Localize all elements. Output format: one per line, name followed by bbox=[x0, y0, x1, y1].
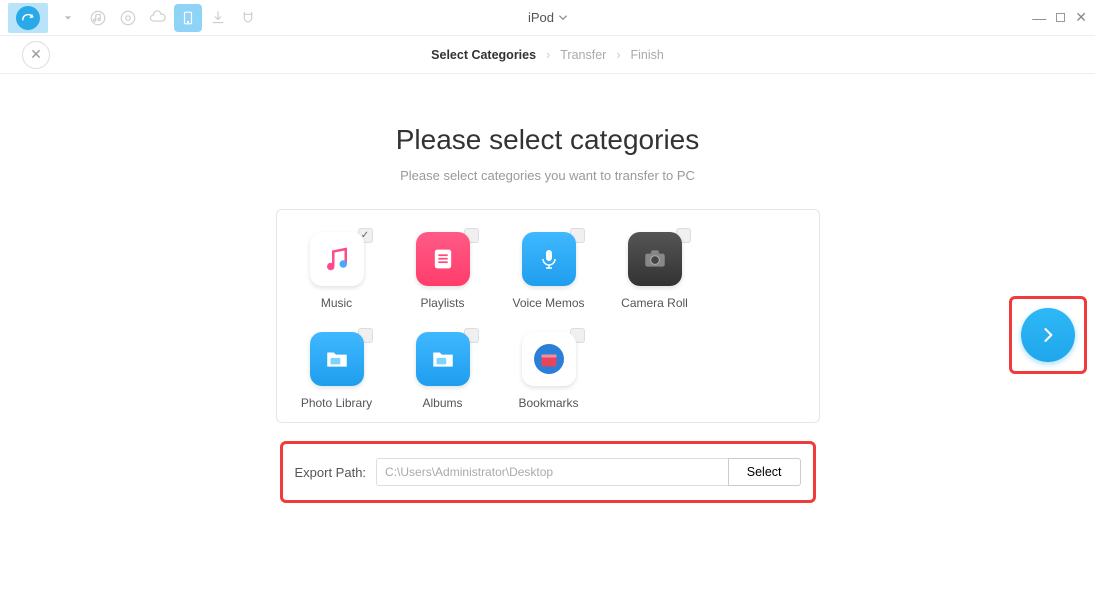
albums-icon bbox=[416, 332, 470, 386]
breadcrumb-step-3: Finish bbox=[631, 48, 664, 62]
photo-library-icon bbox=[310, 332, 364, 386]
window-controls: — ✕ bbox=[1032, 9, 1087, 26]
select-path-button[interactable]: Select bbox=[728, 458, 801, 486]
category-bookmarks[interactable]: Bookmarks bbox=[503, 332, 595, 410]
dropdown-icon[interactable] bbox=[54, 4, 82, 32]
category-label: Bookmarks bbox=[518, 396, 578, 410]
subheader: ✕ Select Categories › Transfer › Finish bbox=[0, 36, 1095, 74]
category-label: Playlists bbox=[420, 296, 464, 310]
chevron-right-icon: › bbox=[546, 48, 550, 62]
categories-grid: ✓ Music Playlists Voice Memos bbox=[276, 209, 820, 423]
category-label: Music bbox=[321, 296, 352, 310]
category-playlists[interactable]: Playlists bbox=[397, 232, 489, 310]
music-icon bbox=[310, 232, 364, 286]
voice-memos-icon bbox=[522, 232, 576, 286]
main-content: Please select categories Please select c… bbox=[0, 74, 1095, 503]
ringtone-icon[interactable] bbox=[234, 4, 262, 32]
bookmarks-icon bbox=[522, 332, 576, 386]
camera-icon bbox=[628, 232, 682, 286]
category-voice-memos[interactable]: Voice Memos bbox=[503, 232, 595, 310]
close-icon[interactable]: ✕ bbox=[22, 41, 50, 69]
device-icon[interactable] bbox=[174, 4, 202, 32]
export-path-label: Export Path: bbox=[295, 465, 367, 480]
close-window-button[interactable]: ✕ bbox=[1075, 9, 1087, 26]
minimize-button[interactable]: — bbox=[1032, 10, 1046, 26]
app-toolbar: iPod — ✕ bbox=[0, 0, 1095, 36]
next-button-highlight bbox=[1009, 296, 1087, 374]
category-label: Camera Roll bbox=[621, 296, 688, 310]
breadcrumb-step-1: Select Categories bbox=[431, 48, 536, 62]
category-photo-library[interactable]: Photo Library bbox=[291, 332, 383, 410]
device-name: iPod bbox=[528, 10, 554, 25]
maximize-button[interactable] bbox=[1056, 13, 1065, 22]
export-path-row: Export Path: Select bbox=[280, 441, 816, 503]
app-logo[interactable] bbox=[8, 3, 48, 33]
playlists-icon bbox=[416, 232, 470, 286]
category-label: Voice Memos bbox=[512, 296, 584, 310]
chevron-right-icon bbox=[1038, 325, 1058, 345]
chevron-right-icon: › bbox=[616, 48, 620, 62]
backup-icon[interactable] bbox=[114, 4, 142, 32]
category-label: Photo Library bbox=[301, 396, 372, 410]
category-albums[interactable]: Albums bbox=[397, 332, 489, 410]
category-label: Albums bbox=[422, 396, 462, 410]
breadcrumb: Select Categories › Transfer › Finish bbox=[431, 48, 664, 62]
device-selector[interactable]: iPod bbox=[528, 10, 567, 25]
page-title: Please select categories bbox=[0, 124, 1095, 156]
download-icon[interactable] bbox=[204, 4, 232, 32]
cloud-icon[interactable] bbox=[144, 4, 172, 32]
category-camera-roll[interactable]: Camera Roll bbox=[609, 232, 701, 310]
toolbar-left bbox=[8, 3, 262, 33]
breadcrumb-step-2: Transfer bbox=[560, 48, 606, 62]
category-music[interactable]: ✓ Music bbox=[291, 232, 383, 310]
export-path-input[interactable] bbox=[376, 458, 728, 486]
page-subtitle: Please select categories you want to tra… bbox=[0, 168, 1095, 183]
itunes-icon[interactable] bbox=[84, 4, 112, 32]
next-button[interactable] bbox=[1021, 308, 1075, 362]
